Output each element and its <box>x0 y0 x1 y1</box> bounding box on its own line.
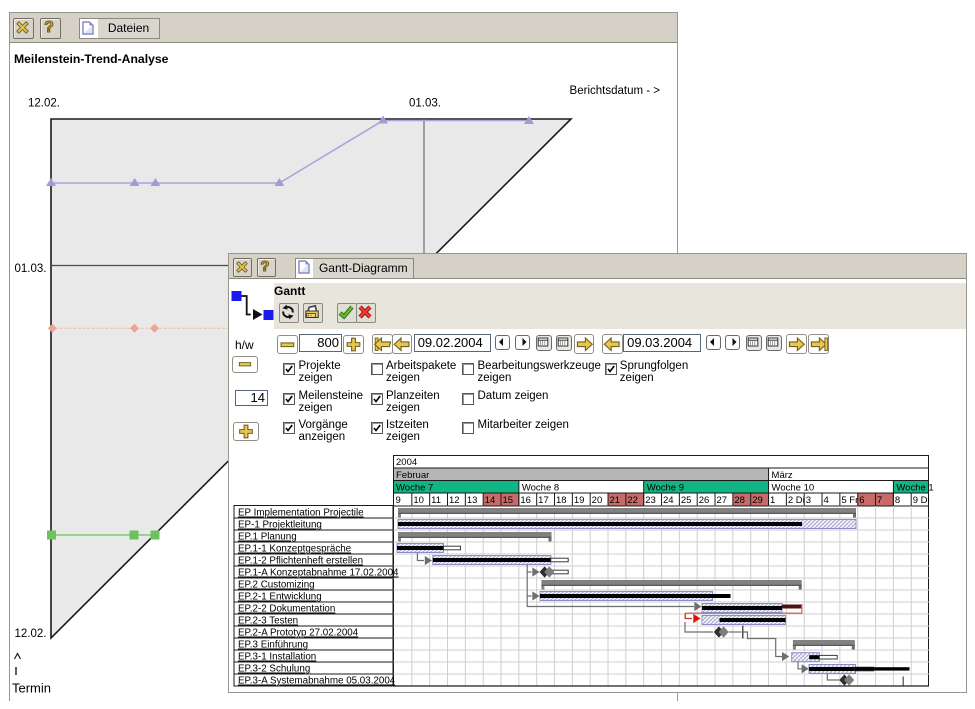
svg-text:EP.2 Customizing: EP.2 Customizing <box>238 580 315 591</box>
svg-text:EP.3-2 Schulung: EP.3-2 Schulung <box>238 664 310 675</box>
svg-text:8: 8 <box>895 495 900 506</box>
svg-text:2 Di: 2 Di <box>788 495 805 506</box>
svg-text:13: 13 <box>467 495 478 506</box>
svg-text:EP.2-A Prototyp 27.02.2004: EP.2-A Prototyp 27.02.2004 <box>238 628 359 639</box>
svg-text:Termin: Termin <box>12 681 51 696</box>
svg-text:20: 20 <box>592 495 603 506</box>
svg-text:EP.3-1 Installation: EP.3-1 Installation <box>238 652 316 663</box>
svg-text:26: 26 <box>699 495 710 506</box>
svg-text:9 Di: 9 Di <box>913 495 930 506</box>
svg-text:15: 15 <box>503 495 514 506</box>
svg-text:5 Fr: 5 Fr <box>841 495 858 506</box>
svg-text:März: März <box>772 470 793 481</box>
svg-text:12.02.: 12.02. <box>28 98 60 110</box>
svg-text:28: 28 <box>734 495 745 506</box>
svg-text:12: 12 <box>449 495 460 506</box>
svg-text:EP.1 Planung: EP.1 Planung <box>238 532 297 543</box>
svg-text:27: 27 <box>717 495 728 506</box>
svg-text:12.02.: 12.02. <box>15 628 47 640</box>
svg-text:4: 4 <box>824 495 829 506</box>
svg-text:Woche 10: Woche 10 <box>772 483 815 494</box>
svg-text:14: 14 <box>485 495 496 506</box>
svg-text:6: 6 <box>859 495 864 506</box>
svg-text:EP.3 Einführung: EP.3 Einführung <box>238 640 308 651</box>
svg-text:23: 23 <box>645 495 656 506</box>
svg-text:Woche 8: Woche 8 <box>522 483 559 494</box>
svg-text:Berichtsdatum - >: Berichtsdatum - > <box>570 85 661 97</box>
svg-text:3: 3 <box>806 495 811 506</box>
svg-text:19: 19 <box>574 495 585 506</box>
svg-text:2004: 2004 <box>396 457 417 468</box>
svg-text:1: 1 <box>770 495 775 506</box>
svg-text:10: 10 <box>413 495 424 506</box>
svg-text:Woche 1: Woche 1 <box>896 483 933 494</box>
svg-text:18: 18 <box>556 495 567 506</box>
svg-text:11: 11 <box>431 495 441 506</box>
svg-text:EP.2-3 Testen: EP.2-3 Testen <box>238 616 298 627</box>
svg-text:25: 25 <box>681 495 692 506</box>
svg-text:29: 29 <box>752 495 763 506</box>
svg-text:22: 22 <box>627 495 638 506</box>
svg-text:21: 21 <box>610 495 621 506</box>
svg-text:EP-1 Projektleitung: EP-1 Projektleitung <box>238 520 322 531</box>
svg-text:Woche 7: Woche 7 <box>396 483 433 494</box>
svg-text:EP.2-2 Dokumentation: EP.2-2 Dokumentation <box>238 604 335 615</box>
svg-text:9: 9 <box>396 495 401 506</box>
svg-text:01.03.: 01.03. <box>409 98 441 110</box>
svg-text:EP.2-1 Entwicklung: EP.2-1 Entwicklung <box>238 592 322 603</box>
svg-text:17: 17 <box>538 495 549 506</box>
svg-text:Woche 9: Woche 9 <box>647 483 684 494</box>
svg-text:01.03.: 01.03. <box>15 263 47 275</box>
svg-text:Februar: Februar <box>396 470 429 481</box>
svg-text:EP.1-1 Konzeptgespräche: EP.1-1 Konzeptgespräche <box>238 544 352 555</box>
svg-text:24: 24 <box>663 495 674 506</box>
svg-text:EP.3-A Systemabnahme 05.03.200: EP.3-A Systemabnahme 05.03.2004 <box>238 676 396 687</box>
svg-text:EP.1-2 Pflichtenheft erstellen: EP.1-2 Pflichtenheft erstellen <box>238 556 363 567</box>
svg-text:7: 7 <box>877 495 882 506</box>
svg-text:16: 16 <box>520 495 531 506</box>
svg-text:EP Implementation Projectile: EP Implementation Projectile <box>238 508 364 519</box>
svg-text:EP.1-A Konzeptabnahme 17.02.20: EP.1-A Konzeptabnahme 17.02.2004 <box>238 568 399 579</box>
